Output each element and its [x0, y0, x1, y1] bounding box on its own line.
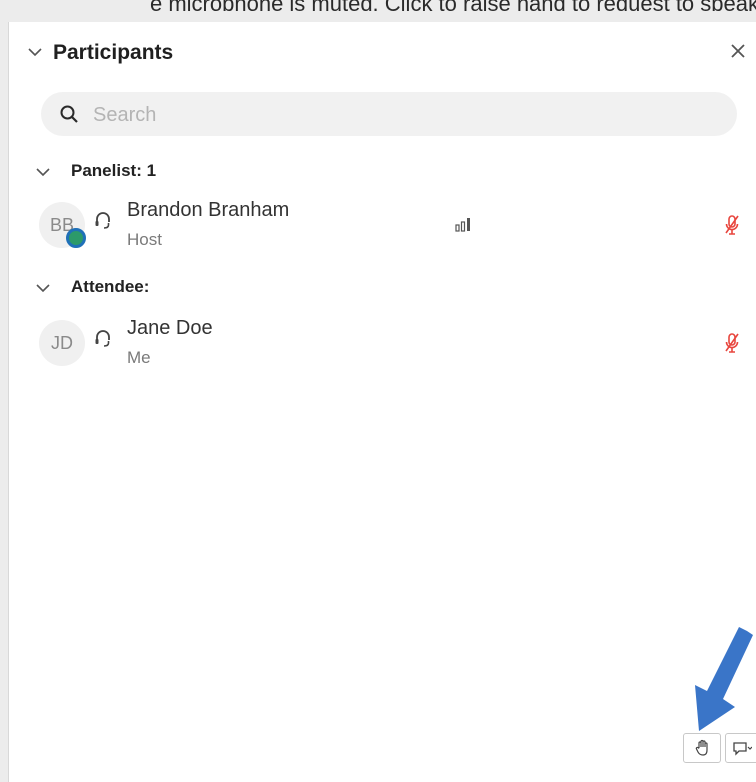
collapse-chevron-icon[interactable] [27, 44, 43, 60]
raise-hand-button[interactable] [683, 733, 721, 763]
search-icon [60, 105, 78, 123]
reactions-icon [733, 742, 752, 756]
participant-role: Me [127, 348, 151, 367]
section-attendees[interactable]: Attendee: [33, 274, 333, 300]
arrow-down-left-icon [695, 627, 753, 731]
participant-row[interactable]: BB Brandon Branham Host [9, 194, 756, 260]
participant-name: Brandon Branham [127, 199, 290, 221]
section-panelists[interactable]: Panelist: 1 [33, 158, 333, 184]
top-overlay-text: e microphone is muted. Click to raise ha… [150, 0, 756, 11]
muted-mic-icon[interactable] [723, 214, 741, 236]
reactions-button[interactable] [725, 733, 756, 763]
participant-row[interactable]: JD Jane Doe Me [9, 312, 756, 378]
muted-mic-icon[interactable] [723, 332, 741, 354]
avatar: JD [39, 320, 85, 366]
close-icon[interactable] [729, 42, 747, 60]
search-input[interactable] [91, 100, 715, 130]
presence-status-icon [66, 228, 86, 248]
search-bar[interactable] [41, 92, 737, 136]
signal-bars-icon [455, 218, 470, 232]
panel-header: Participants [9, 22, 756, 84]
panel-title: Participants [53, 41, 174, 64]
section-label: Panelist: 1 [71, 161, 157, 180]
headset-icon [95, 212, 110, 229]
participant-name: Jane Doe [127, 317, 213, 339]
participant-role: Host [127, 230, 162, 249]
participants-panel: Participants Panelist: 1 BB Brandon Bran… [8, 22, 756, 782]
headset-icon [95, 330, 110, 347]
chevron-down-icon [36, 284, 50, 293]
section-label: Attendee: [71, 277, 150, 296]
chevron-down-icon [36, 168, 50, 177]
raise-hand-icon [695, 739, 708, 756]
